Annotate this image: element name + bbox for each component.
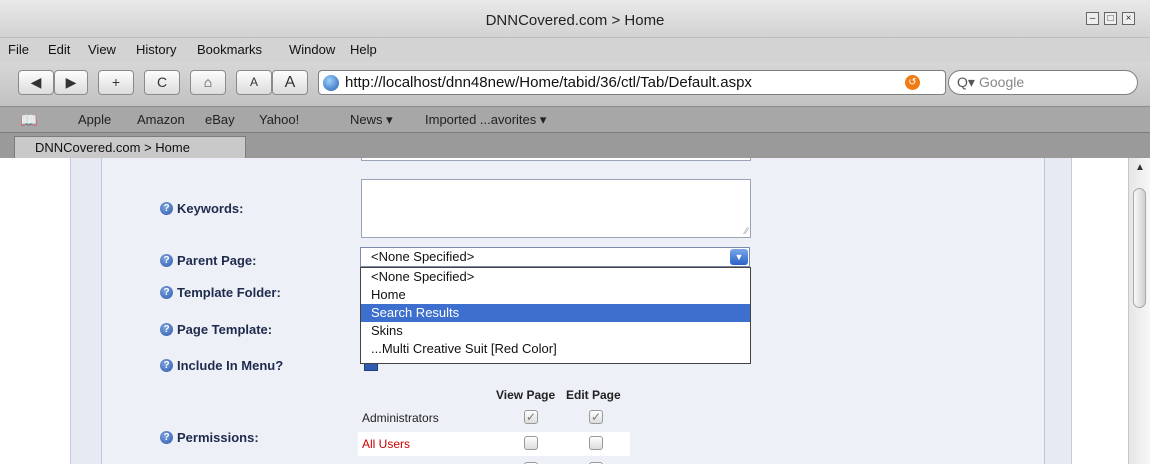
window-titlebar: DNNCovered.com > Home – □ × xyxy=(0,0,1150,38)
dropdown-arrow-icon[interactable]: ▼ xyxy=(730,249,748,265)
edit-page-checkbox[interactable] xyxy=(589,436,603,450)
plus-icon: + xyxy=(111,74,121,90)
parent-page-label: Parent Page: xyxy=(177,253,257,268)
bookmark-amazon[interactable]: Amazon xyxy=(137,112,185,127)
menu-bookmarks[interactable]: Bookmarks xyxy=(197,42,262,57)
home-icon: ⌂ xyxy=(203,74,213,90)
parent-page-value: <None Specified> xyxy=(371,249,475,264)
help-icon[interactable]: ? xyxy=(160,202,173,215)
include-in-menu-checkbox[interactable] xyxy=(364,363,378,371)
view-page-checkbox[interactable]: ✓ xyxy=(524,410,538,424)
scroll-thumb[interactable] xyxy=(1133,188,1146,308)
bookmark-ebay[interactable]: eBay xyxy=(205,112,235,127)
edit-page-checkbox[interactable]: ✓ xyxy=(589,410,603,424)
minimize-button[interactable]: – xyxy=(1086,12,1099,25)
reload-icon: C xyxy=(156,74,168,90)
reload-button[interactable]: C xyxy=(144,70,180,95)
dropdown-option[interactable]: <None Specified> xyxy=(361,268,750,286)
parent-page-dropdown-list[interactable]: <None Specified> Home Search Results Ski… xyxy=(360,267,751,364)
keywords-label: Keywords: xyxy=(177,201,244,216)
text-larger-button[interactable]: A xyxy=(272,70,308,95)
menu-edit[interactable]: Edit xyxy=(48,42,70,57)
page-content: ? Keywords: ⁄⁄ ? Parent Page: ? Template… xyxy=(0,158,1128,464)
keywords-textarea[interactable]: ⁄⁄ xyxy=(361,179,751,238)
template-folder-label: Template Folder: xyxy=(177,285,281,300)
forward-arrow-icon: ▶ xyxy=(65,74,77,90)
bookmark-apple[interactable]: Apple xyxy=(78,112,111,127)
dropdown-option[interactable]: Home xyxy=(361,286,750,304)
include-in-menu-label: Include In Menu? xyxy=(177,358,284,373)
search-placeholder: Google xyxy=(979,74,1025,90)
globe-icon xyxy=(323,75,339,91)
view-page-checkbox[interactable] xyxy=(524,436,538,450)
col-edit-page: Edit Page xyxy=(566,388,621,402)
resize-grip-icon[interactable]: ⁄⁄ xyxy=(745,226,748,236)
menu-file[interactable]: File xyxy=(8,42,29,57)
help-icon[interactable]: ? xyxy=(160,323,173,336)
permissions-label: Permissions: xyxy=(177,430,259,445)
close-button[interactable]: × xyxy=(1122,12,1135,25)
forward-button[interactable]: ▶ xyxy=(54,70,88,95)
address-bar[interactable]: http://localhost/dnn48new/Home/tabid/36/… xyxy=(318,70,946,95)
tab-home[interactable]: DNNCovered.com > Home xyxy=(14,136,246,159)
menu-help[interactable]: Help xyxy=(350,42,377,57)
window-title: DNNCovered.com > Home xyxy=(485,12,665,29)
description-textarea[interactable] xyxy=(361,158,751,161)
text-smaller-button[interactable]: A xyxy=(236,70,272,95)
permission-row: All Users xyxy=(358,432,630,456)
bookmark-imported[interactable]: Imported ...avorites ▾ xyxy=(425,112,546,128)
permission-row xyxy=(358,458,630,464)
menu-bar: File Edit View History Bookmarks Window … xyxy=(0,38,1150,62)
back-button[interactable]: ◀ xyxy=(18,70,54,95)
help-icon[interactable]: ? xyxy=(160,286,173,299)
browser-toolbar: ◀ ▶ + C ⌂ A A http://localhost/dnn48new/… xyxy=(0,62,1150,106)
back-arrow-icon: ◀ xyxy=(30,74,42,90)
dropdown-option[interactable]: Skins xyxy=(361,322,750,340)
help-icon[interactable]: ? xyxy=(160,254,173,267)
help-icon[interactable]: ? xyxy=(160,359,173,372)
home-button[interactable]: ⌂ xyxy=(190,70,226,95)
role-name: All Users xyxy=(362,437,411,451)
role-name: Administrators xyxy=(362,411,439,425)
permission-row: Administrators ✓ ✓ xyxy=(358,406,630,430)
search-icon: Q▾ xyxy=(957,74,975,90)
tab-bar: DNNCovered.com > Home xyxy=(0,132,1150,159)
maximize-button[interactable]: □ xyxy=(1104,12,1117,25)
dropdown-option[interactable]: ...Multi Creative Suit [Red Color] xyxy=(361,340,750,358)
bookmark-yahoo[interactable]: Yahoo! xyxy=(259,112,299,127)
help-icon[interactable]: ? xyxy=(160,431,173,444)
url-text: http://localhost/dnn48new/Home/tabid/36/… xyxy=(345,74,752,91)
menu-view[interactable]: View xyxy=(88,42,116,57)
book-icon[interactable]: 📖 xyxy=(20,112,37,129)
menu-history[interactable]: History xyxy=(136,42,176,57)
snapback-icon[interactable]: ↺ xyxy=(905,75,920,90)
vertical-scrollbar[interactable]: ▲ xyxy=(1128,158,1150,464)
dropdown-option-selected[interactable]: Search Results xyxy=(361,304,750,322)
menu-window[interactable]: Window xyxy=(289,42,335,57)
parent-page-select[interactable]: <None Specified> ▼ xyxy=(360,247,750,267)
page-template-label: Page Template: xyxy=(177,322,273,337)
bookmarks-bar: 📖 Apple Amazon eBay Yahoo! News ▾ Import… xyxy=(0,106,1150,132)
search-field[interactable]: Q▾ Google xyxy=(948,70,1138,95)
col-view-page: View Page xyxy=(496,388,556,402)
add-bookmark-button[interactable]: + xyxy=(98,70,134,95)
scroll-up-icon[interactable]: ▲ xyxy=(1135,162,1145,173)
bookmark-news[interactable]: News ▾ xyxy=(350,112,393,128)
